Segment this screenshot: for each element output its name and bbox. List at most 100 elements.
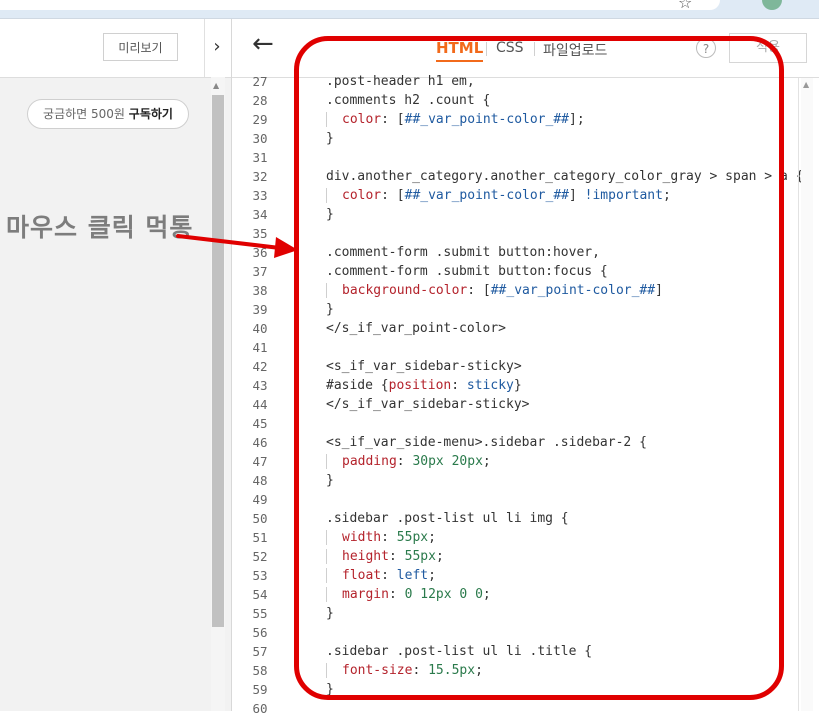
indent-guide xyxy=(326,530,327,545)
line-number: 51 xyxy=(252,530,268,545)
line-number: 45 xyxy=(252,416,268,431)
code-line[interactable]: } xyxy=(326,604,334,623)
preview-scrollbar[interactable]: ▲ xyxy=(211,77,225,711)
line-number: 39 xyxy=(252,302,268,317)
code-line[interactable]: float: left; xyxy=(326,566,436,585)
code-line[interactable]: </s_if_var_point-color> xyxy=(326,319,506,338)
code-line[interactable]: .sidebar .post-list ul li .title { xyxy=(326,642,592,661)
code-token: width xyxy=(342,530,382,545)
code-token: color xyxy=(342,112,382,127)
code-token: ##_var_point-color_## xyxy=(490,283,656,298)
code-token: background-color xyxy=(342,283,468,298)
code-token: ; xyxy=(482,587,491,602)
code-token: } xyxy=(326,131,334,146)
code-line[interactable]: color: [##_var_point-color_##] !importan… xyxy=(326,186,671,205)
code-token: ] xyxy=(655,283,663,298)
code-token: ] xyxy=(569,188,585,203)
code-line[interactable]: <s_if_var_side-menu>.sidebar .sidebar-2 … xyxy=(326,433,647,452)
line-number: 42 xyxy=(252,359,268,374)
code-line[interactable]: .comment-form .submit button:hover, xyxy=(326,243,600,262)
code-line[interactable]: } xyxy=(326,205,334,224)
star-icon[interactable]: ☆ xyxy=(678,0,692,12)
code-token: : [ xyxy=(381,112,405,127)
apply-button[interactable]: 적용 xyxy=(729,33,807,63)
back-arrow-icon[interactable]: ← xyxy=(252,29,274,59)
line-number: 27 xyxy=(252,74,268,89)
line-number: 41 xyxy=(252,340,268,355)
tab-css[interactable]: CSS xyxy=(496,40,524,56)
editor-edge-divider xyxy=(798,78,799,711)
code-token: height xyxy=(342,549,389,564)
line-number: 49 xyxy=(252,492,268,507)
code-line[interactable]: .comment-form .submit button:focus { xyxy=(326,262,608,281)
collapse-panel-chevron-icon[interactable]: › xyxy=(204,19,229,77)
code-token: #aside { xyxy=(326,378,389,393)
code-token: ]; xyxy=(569,112,585,127)
code-line[interactable]: } xyxy=(326,680,334,699)
line-number: 54 xyxy=(252,587,268,602)
preview-scrollbar-thumb[interactable] xyxy=(212,95,224,627)
tab-divider xyxy=(486,42,487,56)
code-line[interactable]: } xyxy=(326,300,334,319)
code-line[interactable]: } xyxy=(326,471,334,490)
line-number: 60 xyxy=(252,701,268,716)
code-line[interactable]: font-size: 15.5px; xyxy=(326,661,483,680)
address-bar[interactable] xyxy=(0,0,720,10)
scroll-up-arrow-icon[interactable]: ▲ xyxy=(213,81,219,90)
code-line[interactable]: background-color: [##_var_point-color_##… xyxy=(326,281,663,300)
code-line[interactable]: </s_if_var_sidebar-sticky> xyxy=(326,395,530,414)
code-line[interactable]: .comments h2 .count { xyxy=(326,91,490,110)
indent-guide xyxy=(326,112,327,127)
code-line[interactable]: color: [##_var_point-color_##]; xyxy=(326,110,585,129)
code-line[interactable]: .post-header h1 em, xyxy=(326,72,475,91)
line-number: 29 xyxy=(252,112,268,127)
code-line[interactable]: padding: 30px 20px; xyxy=(326,452,491,471)
code-line[interactable]: height: 55px; xyxy=(326,547,444,566)
line-number: 44 xyxy=(252,397,268,412)
code-token: position xyxy=(388,378,452,393)
code-token: ; xyxy=(662,188,671,203)
code-editor[interactable]: 27 28 29 30 31 32 33 34 35 36 37 38 39 40 41 42 43 44 45 46… xyxy=(232,74,819,716)
preview-button[interactable]: 미리보기 xyxy=(103,33,178,61)
code-token: ; xyxy=(428,530,436,545)
code-line[interactable]: width: 55px; xyxy=(326,528,436,547)
code-line[interactable]: margin: 0 12px 0 0; xyxy=(326,585,491,604)
code-token: sticky xyxy=(466,378,514,393)
code-token: } xyxy=(513,378,522,393)
code-line[interactable]: div.another_category.another_category_co… xyxy=(326,167,803,186)
code-token: ##_var_point-color_## xyxy=(404,188,569,203)
line-number: 37 xyxy=(252,264,268,279)
line-number: 52 xyxy=(252,549,268,564)
line-number: 33 xyxy=(252,188,268,203)
code-line[interactable]: } xyxy=(326,129,334,148)
indent-guide xyxy=(326,587,327,602)
code-token: left xyxy=(396,568,429,583)
help-icon[interactable]: ? xyxy=(696,38,716,58)
subscribe-button[interactable]: 궁금하면 500원 구독하기 xyxy=(27,99,189,129)
code-token: : xyxy=(381,568,397,583)
annotation-label: 마우스 클릭 먹통 xyxy=(6,213,194,242)
code-token: padding xyxy=(342,454,397,469)
code-line[interactable]: #aside {position: sticky} xyxy=(326,376,522,395)
code-line[interactable]: <s_if_var_sidebar-sticky> xyxy=(326,357,522,376)
indent-guide xyxy=(326,549,327,564)
tab-file-upload[interactable]: 파일업로드 xyxy=(543,40,607,60)
code-token: } xyxy=(326,473,334,488)
tab-divider xyxy=(534,42,535,56)
scroll-up-arrow-icon[interactable]: ▲ xyxy=(803,80,809,89)
code-token: <s_if_var_side-menu>.sidebar .sidebar-2 … xyxy=(326,435,647,450)
line-number: 38 xyxy=(252,283,268,298)
indent-guide xyxy=(326,283,327,298)
code-token: : [ xyxy=(381,188,405,203)
code-token: : xyxy=(381,530,397,545)
code-token: ; xyxy=(482,454,491,469)
code-line[interactable]: .sidebar .post-list ul li img { xyxy=(326,509,569,528)
subscribe-action: 구독하기 xyxy=(128,107,173,121)
code-token: : xyxy=(396,454,413,469)
code-token: : [ xyxy=(467,283,491,298)
code-token: } xyxy=(326,682,334,697)
profile-avatar-icon[interactable] xyxy=(762,0,782,10)
code-token: 0 12px 0 0 xyxy=(404,587,483,602)
tab-html[interactable]: HTML xyxy=(436,39,484,62)
editor-scrollbar[interactable]: ▲ xyxy=(801,78,813,711)
